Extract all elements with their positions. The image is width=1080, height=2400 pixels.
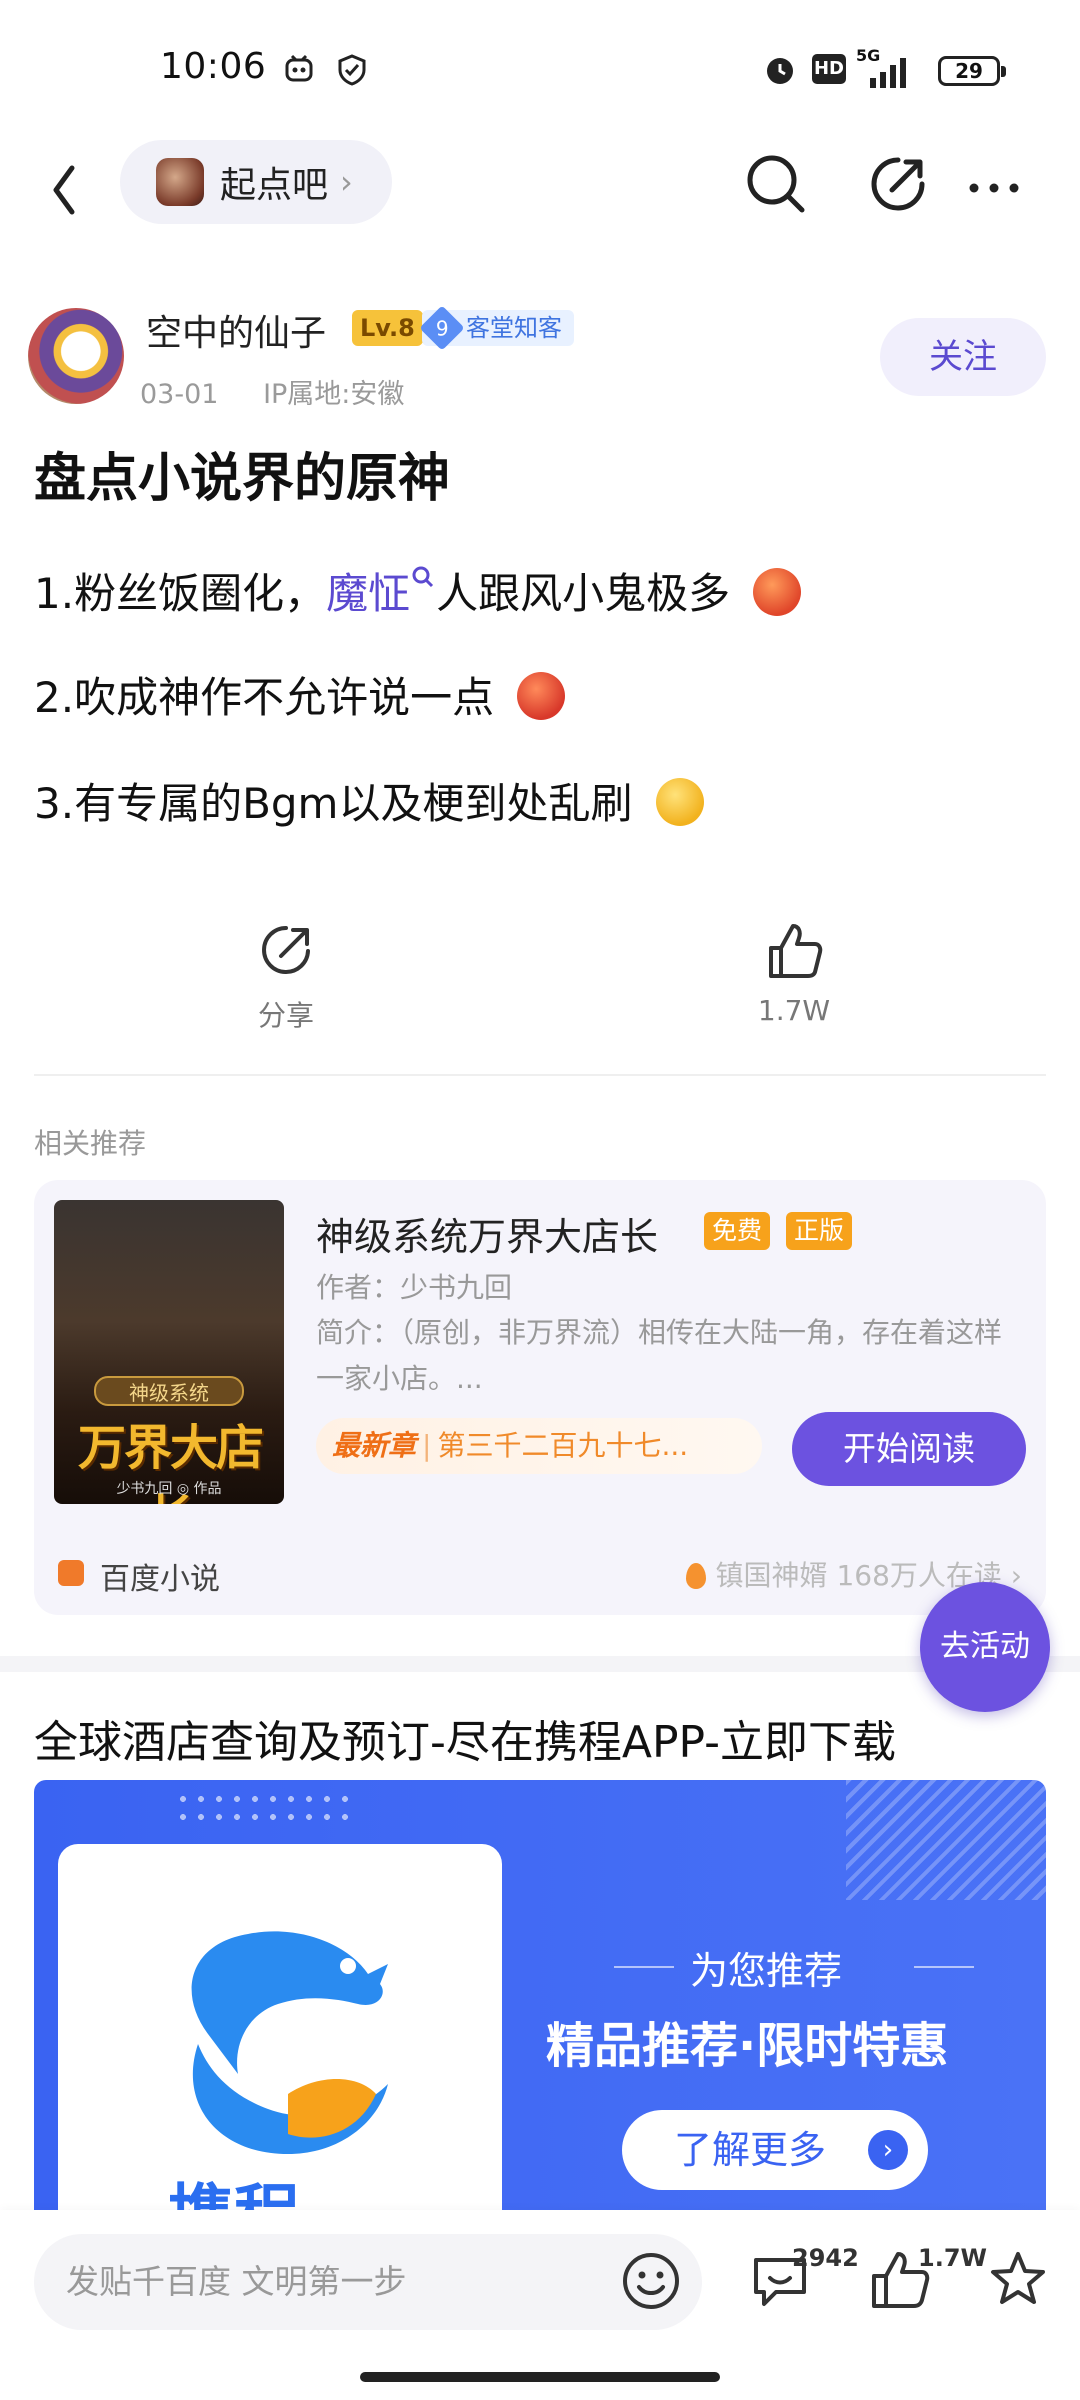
shield-check-icon <box>338 54 366 86</box>
title-badge: 9 客堂知客 <box>419 305 574 351</box>
forum-entry-button[interactable]: 起点吧 › <box>120 140 392 224</box>
book-title: 神级系统万界大店长 <box>316 1215 659 1259</box>
latest-chapter-title: 第三千二百九十七... <box>437 1429 689 1462</box>
post-line-3: 3.有专属的Bgm以及梗到处乱刷 <box>34 770 704 831</box>
ad-banner[interactable]: 携程 为您推荐 精品推荐·限时特惠 了解更多 › <box>34 1780 1046 2210</box>
comment-count: 2942 <box>792 2244 859 2272</box>
latest-tag: 最新章 <box>332 1429 417 1462</box>
ad-learn-more-button[interactable]: 了解更多 › <box>622 2110 928 2190</box>
back-icon[interactable] <box>40 150 88 230</box>
alarm-icon <box>767 58 793 84</box>
share-icon <box>262 926 310 974</box>
ad-decoration-stripes <box>846 1780 1046 1900</box>
book-cover: 神级系统 万界大店长 少书九回 ◎ 作品 <box>54 1200 284 1504</box>
ad-sub: 为您推荐 <box>690 1949 843 1993</box>
thumbs-up-icon <box>769 924 823 978</box>
cover-tag: 神级系统 <box>94 1376 244 1406</box>
ad-sub-line <box>914 1966 974 1968</box>
grimace-emoji-icon <box>517 672 566 720</box>
post-ip: IP属地:安徽 <box>263 379 405 410</box>
cover-author: 少书九回 ◎ 作品 <box>116 1481 222 1497</box>
status-bar: 10:06 HD 5G 29 <box>0 0 1080 140</box>
search-icon[interactable] <box>740 148 812 220</box>
search-link-icon <box>412 566 434 588</box>
chevron-right-icon: › <box>340 163 353 201</box>
post-title: 盘点小说界的原神 <box>34 449 451 509</box>
post-line-1: 1.粉丝饭圈化，魔怔 人跟风小鬼极多 <box>34 560 802 621</box>
free-tag: 免费 <box>704 1212 771 1250</box>
post-date: 03-01 <box>140 379 219 410</box>
author-avatar[interactable] <box>28 308 124 404</box>
book-source-icon <box>58 1560 84 1586</box>
level-badge: Lv.8 <box>352 310 423 346</box>
ad-decoration <box>174 1790 354 1830</box>
signal-icon <box>870 58 906 88</box>
divider <box>34 1074 1046 1076</box>
activity-fab-button[interactable]: 去活动 <box>920 1582 1050 1712</box>
battery-icon: 29 <box>938 56 1006 86</box>
top-nav: 起点吧 › <box>0 140 1080 270</box>
like-count: 1.7W <box>757 994 831 1027</box>
post-line-2: 2.吹成神作不允许说一点 <box>34 664 566 725</box>
book-card[interactable]: 神级系统 万界大店长 少书九回 ◎ 作品 神级系统万界大店长 免费 正版 作者：… <box>34 1180 1046 1615</box>
forum-name: 起点吧 <box>220 165 329 206</box>
related-label: 相关推荐 <box>34 1127 147 1160</box>
ad-sub-line <box>614 1966 674 1968</box>
follow-button[interactable]: 关注 <box>880 318 1046 396</box>
author-name[interactable]: 空中的仙子 <box>146 304 326 356</box>
ad-logo: 携程 <box>58 1844 502 2210</box>
bottom-bar: 发贴千百度 文明第一步 2942 1.7W <box>0 2210 1080 2400</box>
book-description: 简介：（原创，非万界流）相传在大陆一角，存在着这样一家小店。... <box>316 1316 1003 1395</box>
book-author: 作者：少书九回 <box>316 1271 513 1304</box>
start-reading-button[interactable]: 开始阅读 <box>792 1412 1026 1486</box>
post-author: 空中的仙子 Lv.8 9 客堂知客 03-01 IP属地:安徽 关注 <box>0 300 1080 420</box>
notification-icon <box>285 54 313 82</box>
official-tag: 正版 <box>786 1212 853 1250</box>
reply-input[interactable]: 发贴千百度 文明第一步 <box>34 2234 702 2330</box>
keyword-link[interactable]: 魔怔 <box>326 569 410 618</box>
arrow-right-icon: › <box>868 2130 908 2170</box>
like-action[interactable]: 1.7W <box>694 920 894 1027</box>
home-indicator[interactable] <box>360 2372 720 2382</box>
book-source: 百度小说 <box>100 1562 220 1597</box>
angry-emoji-icon <box>753 568 802 616</box>
emoji-icon[interactable] <box>618 2248 684 2314</box>
ad-title[interactable]: 全球酒店查询及预订-尽在携程APP-立即下载 <box>34 1706 896 1770</box>
hd-icon: HD <box>812 54 846 84</box>
section-separator <box>0 1656 1080 1672</box>
post-actions: 分享 1.7W <box>0 920 1080 1070</box>
status-time: 10:06 <box>160 46 267 87</box>
ad-main: 精品推荐·限时特惠 <box>546 2018 949 2074</box>
like-count-bottom: 1.7W <box>918 2244 987 2272</box>
share-label: 分享 <box>257 999 314 1032</box>
dolphin-logo-icon <box>191 1931 388 2154</box>
fire-icon <box>685 1563 706 1589</box>
badge-label: 客堂知客 <box>466 314 562 342</box>
post-detail-page: 10:06 HD 5G 29 起点吧 › 空中的仙子 Lv.8 9 客堂知客 0… <box>0 0 1080 2400</box>
badge-number-icon: 9 <box>419 305 465 351</box>
latest-chapter[interactable]: 最新章 | 第三千二百九十七... <box>316 1418 762 1474</box>
ad-logo-text: 携程 <box>168 2162 300 2210</box>
yawn-emoji-icon <box>655 778 704 826</box>
share-action[interactable]: 分享 <box>186 920 386 1034</box>
post-meta: 03-01 IP属地:安徽 <box>140 372 404 411</box>
more-icon[interactable] <box>960 148 1032 220</box>
star-icon[interactable] <box>984 2246 1052 2314</box>
share-icon[interactable] <box>862 148 934 220</box>
forum-avatar <box>156 158 204 206</box>
